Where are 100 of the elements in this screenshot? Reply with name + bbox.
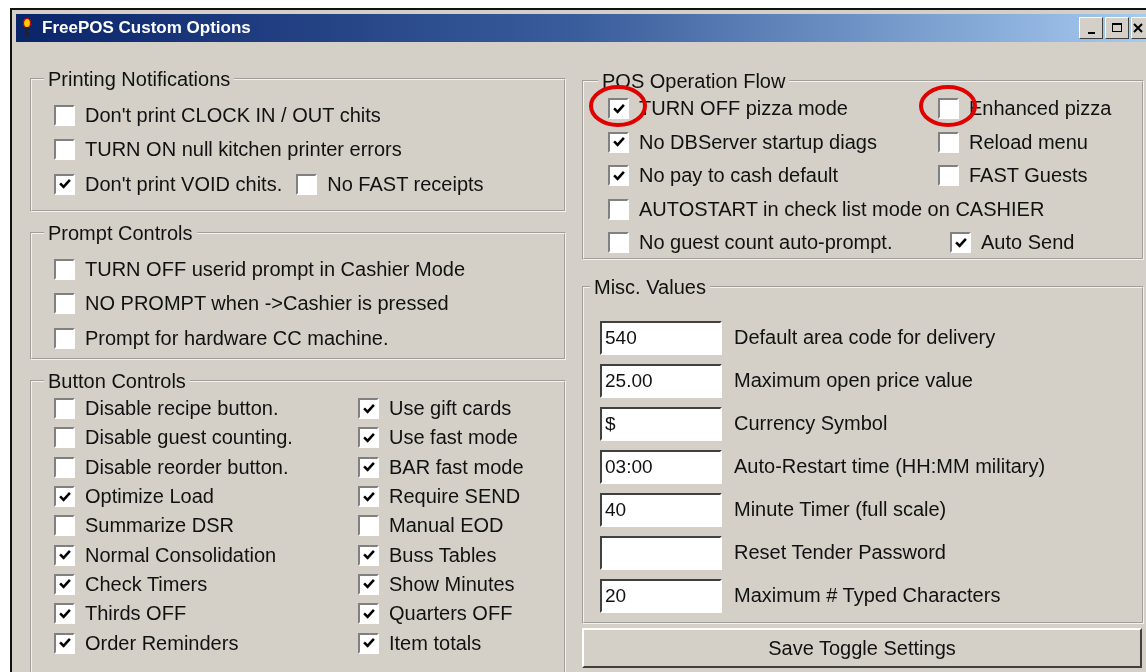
checkbox[interactable] bbox=[358, 603, 379, 625]
group-title: Prompt Controls bbox=[47, 222, 194, 244]
group-title: Misc. Values bbox=[593, 276, 707, 298]
checkbox[interactable] bbox=[358, 486, 379, 508]
checkbox[interactable] bbox=[358, 632, 379, 654]
checkbox[interactable] bbox=[54, 632, 75, 654]
field-label: Currency Symbol bbox=[734, 412, 888, 435]
close-icon bbox=[1132, 22, 1144, 34]
checkbox[interactable] bbox=[54, 104, 75, 126]
check-icon bbox=[57, 636, 72, 650]
checkbox[interactable] bbox=[358, 398, 379, 420]
checkbox[interactable] bbox=[608, 98, 629, 120]
checkbox[interactable] bbox=[54, 573, 75, 595]
input-field[interactable] bbox=[600, 535, 722, 570]
checkbox[interactable] bbox=[54, 486, 75, 508]
field-label: Maximum open price value bbox=[734, 369, 973, 392]
check-icon bbox=[361, 489, 376, 504]
input-field[interactable]: 20 bbox=[600, 578, 722, 613]
close-button[interactable] bbox=[1131, 17, 1146, 39]
check-icon bbox=[953, 235, 968, 250]
field-label: Reset Tender Password bbox=[734, 541, 946, 564]
checkbox[interactable] bbox=[358, 573, 379, 595]
checkbox-label[interactable]: Buss Tables bbox=[389, 543, 497, 567]
check-icon bbox=[57, 489, 72, 504]
checkbox[interactable] bbox=[54, 327, 75, 349]
field-label: Minute Timer (full scale) bbox=[734, 498, 947, 521]
checkbox[interactable] bbox=[54, 544, 75, 566]
checkbox-label[interactable]: BAR fast mode bbox=[389, 455, 524, 479]
input-field[interactable]: 03:00 bbox=[600, 449, 722, 484]
checkbox-label[interactable]: No DBServer startup diags bbox=[639, 130, 877, 154]
checkbox[interactable] bbox=[608, 165, 629, 187]
checkbox[interactable] bbox=[608, 131, 629, 153]
checkbox-label[interactable]: No guest count auto-prompt. bbox=[639, 231, 893, 255]
input-field[interactable]: 25.00 bbox=[600, 363, 722, 398]
maximize-icon bbox=[1111, 22, 1123, 34]
checkbox-label[interactable]: Reload menu bbox=[969, 130, 1088, 154]
checkbox-label[interactable]: No pay to cash default bbox=[639, 164, 838, 188]
checkbox-label[interactable]: NO PROMPT when ->Cashier is pressed bbox=[85, 292, 449, 316]
checkbox[interactable] bbox=[358, 515, 379, 537]
checkbox[interactable] bbox=[54, 293, 75, 315]
checkbox[interactable] bbox=[938, 98, 959, 120]
checkbox-label[interactable]: Manual EOD bbox=[389, 514, 504, 538]
checkbox[interactable] bbox=[54, 398, 75, 420]
checkbox-label[interactable]: Summarize DSR bbox=[85, 514, 234, 538]
checkbox-label[interactable]: AUTOSTART in check list mode on CASHIER bbox=[639, 197, 1045, 221]
input-field[interactable]: 540 bbox=[600, 320, 722, 355]
torch-icon bbox=[22, 18, 32, 38]
checkbox-label[interactable]: Optimize Load bbox=[85, 485, 214, 509]
checkbox[interactable] bbox=[358, 544, 379, 566]
input-field[interactable]: $ bbox=[600, 406, 722, 441]
checkbox-label[interactable]: TURN OFF userid prompt in Cashier Mode bbox=[85, 257, 466, 281]
checkbox-label[interactable]: Disable reorder button. bbox=[85, 455, 289, 479]
check-icon bbox=[361, 430, 376, 445]
checkbox-label[interactable]: Normal Consolidation bbox=[85, 543, 277, 567]
checkbox-label[interactable]: Thirds OFF bbox=[85, 602, 187, 626]
checkbox-label[interactable]: Check Timers bbox=[85, 572, 208, 596]
checkbox[interactable] bbox=[54, 258, 75, 280]
window-title: FreePOS Custom Options bbox=[42, 18, 251, 38]
maximize-button[interactable] bbox=[1105, 17, 1129, 39]
save-button[interactable]: Save Toggle Settings bbox=[582, 628, 1142, 668]
checkbox[interactable] bbox=[950, 232, 971, 254]
group-title: Button Controls bbox=[47, 370, 187, 392]
checkbox-label[interactable]: Use gift cards bbox=[389, 397, 512, 421]
checkbox[interactable] bbox=[938, 165, 959, 187]
checkbox-label[interactable]: Auto Send bbox=[981, 231, 1075, 255]
checkbox[interactable] bbox=[358, 427, 379, 449]
checkbox[interactable] bbox=[608, 232, 629, 254]
checkbox-label[interactable]: Require SEND bbox=[389, 485, 521, 509]
checkbox[interactable] bbox=[54, 456, 75, 478]
checkbox-label[interactable]: No FAST receipts bbox=[327, 172, 484, 196]
field-label: Maximum # Typed Characters bbox=[734, 584, 1001, 607]
checkbox[interactable] bbox=[54, 603, 75, 625]
checkbox-label[interactable]: Use fast mode bbox=[389, 426, 518, 450]
checkbox[interactable] bbox=[54, 139, 75, 161]
checkbox-label[interactable]: FAST Guests bbox=[969, 164, 1088, 188]
checkbox-label[interactable]: Quarters OFF bbox=[389, 602, 513, 626]
checkbox-label[interactable]: Disable recipe button. bbox=[85, 397, 279, 421]
checkbox-label[interactable]: Order Reminders bbox=[85, 631, 239, 655]
checkbox[interactable] bbox=[296, 173, 318, 195]
field-label: Default area code for delivery bbox=[734, 326, 996, 349]
check-icon bbox=[611, 168, 626, 183]
checkbox-label[interactable]: Don't print VOID chits. bbox=[85, 172, 283, 196]
checkbox-label[interactable]: Prompt for hardware CC machine. bbox=[85, 326, 389, 350]
checkbox-label[interactable]: Don't print CLOCK IN / OUT chits bbox=[85, 103, 381, 127]
checkbox[interactable] bbox=[54, 515, 75, 537]
checkbox-label[interactable]: Show Minutes bbox=[389, 572, 515, 596]
check-icon bbox=[361, 636, 376, 650]
minimize-icon bbox=[1087, 31, 1095, 34]
checkbox[interactable] bbox=[938, 131, 959, 153]
checkbox[interactable] bbox=[608, 198, 629, 220]
check-icon bbox=[361, 401, 376, 416]
input-field[interactable]: 40 bbox=[600, 492, 722, 527]
checkbox[interactable] bbox=[358, 456, 379, 478]
checkbox-label[interactable]: Item totals bbox=[389, 631, 482, 655]
checkbox-label[interactable]: Disable guest counting. bbox=[85, 426, 293, 450]
check-icon bbox=[611, 101, 626, 116]
checkbox[interactable] bbox=[54, 173, 75, 195]
checkbox-label[interactable]: TURN ON null kitchen printer errors bbox=[85, 138, 402, 162]
checkbox[interactable] bbox=[54, 427, 75, 449]
minimize-button[interactable] bbox=[1079, 17, 1103, 39]
